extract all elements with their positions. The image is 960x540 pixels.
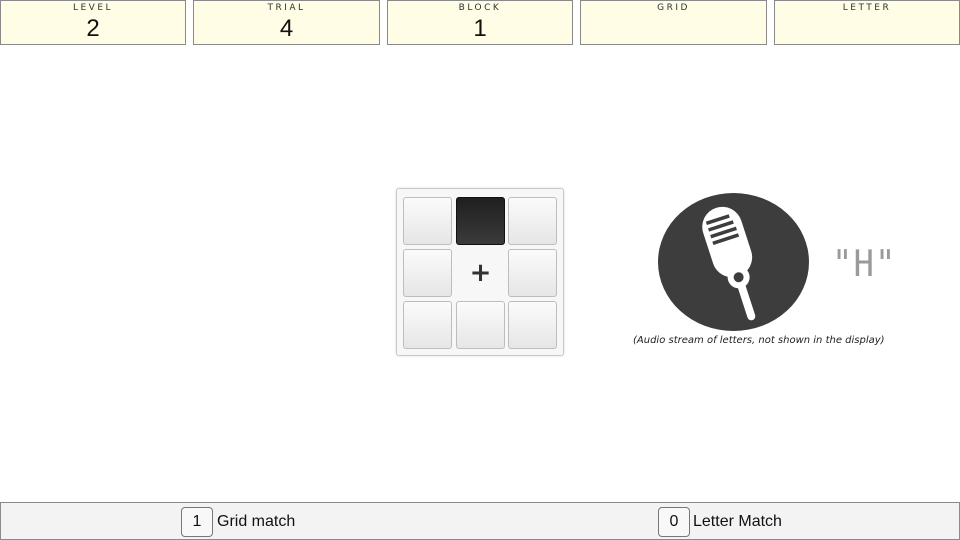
- letter-stat: LETTER: [774, 0, 960, 45]
- trial-stat: TRIAL 4: [193, 0, 380, 45]
- grid-label: GRID: [657, 3, 690, 13]
- level-value: 2: [86, 15, 100, 42]
- grid-match-label[interactable]: Grid match: [217, 513, 295, 531]
- audio-note: (Audio stream of letters, not shown in t…: [633, 335, 885, 346]
- grid-stat: GRID: [580, 0, 767, 45]
- microphone-icon: [658, 193, 809, 331]
- grid-cell-top-left: [403, 197, 452, 245]
- fixation-cross: +: [469, 258, 492, 288]
- letter-match-label[interactable]: Letter Match: [693, 513, 782, 531]
- grid-cell-top-middle: [456, 197, 505, 245]
- audio-letter: "H": [832, 242, 897, 286]
- grid-cell-middle-left: [403, 249, 452, 297]
- letter-match-key[interactable]: 0: [658, 507, 690, 537]
- grid-match-key[interactable]: 1: [181, 507, 213, 537]
- trial-value: 4: [279, 15, 294, 42]
- block-label: BLOCK: [458, 3, 502, 13]
- grid-cell-bottom-left: [403, 301, 452, 349]
- block-value: 1: [473, 15, 487, 42]
- grid-cell-middle-right: [508, 249, 557, 297]
- letter-label: LETTER: [842, 3, 892, 13]
- level-stat: LEVEL 2: [0, 0, 186, 45]
- level-label: LEVEL: [72, 3, 114, 13]
- trial-label: TRIAL: [267, 3, 306, 13]
- grid-cell-top-right: [508, 197, 557, 245]
- block-stat: BLOCK 1: [387, 0, 573, 45]
- grid-cell-bottom-middle: [456, 301, 505, 349]
- response-bar: 1 Grid match 0 Letter Match: [0, 502, 960, 540]
- grid-cell-bottom-right: [508, 301, 557, 349]
- position-grid: +: [396, 188, 564, 356]
- microphone-svg: [658, 193, 809, 331]
